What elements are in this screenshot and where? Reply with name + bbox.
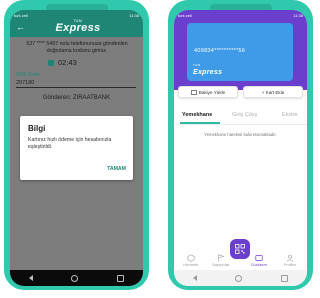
qr-code-icon bbox=[235, 244, 245, 254]
card-number: 409834**********56 bbox=[194, 48, 246, 54]
dialog-message: Kartınız hızlı ödeme için hesabınızla eş… bbox=[28, 137, 112, 150]
tab-statement[interactable]: Ekstre bbox=[282, 112, 298, 118]
sender-label: Gönderen: ZIRAATBANK bbox=[42, 95, 111, 101]
android-nav-bar bbox=[10, 270, 143, 286]
wallet-header: turk.cell 11:38 409834**********56 TAM E… bbox=[174, 10, 307, 90]
android-nav-bar bbox=[174, 270, 307, 286]
sms-code-label: SMS Kodu bbox=[16, 72, 40, 78]
add-card-button[interactable]: + Kart Ekle bbox=[243, 86, 303, 98]
tab-entry-exit[interactable]: Giriş Çıkış bbox=[232, 112, 257, 118]
nav-home-icon[interactable] bbox=[71, 274, 79, 282]
wallet-icon bbox=[255, 255, 263, 261]
card-logo: TAM Express bbox=[193, 63, 223, 76]
timer-value: 02:43 bbox=[58, 58, 77, 67]
bottom-tab-profile[interactable]: Profilim bbox=[277, 254, 303, 267]
phone-left: turk.cell 11:38 ← TAM Express 537 **** 5… bbox=[4, 0, 149, 290]
back-arrow-icon[interactable]: ← bbox=[16, 23, 25, 32]
sms-code-input[interactable]: 297180 bbox=[16, 79, 136, 88]
balance-load-button[interactable]: Bakiye Yükle bbox=[178, 86, 238, 98]
clock-label: 11:38 bbox=[293, 12, 303, 18]
app-header: turk.cell 11:38 ← TAM Express bbox=[10, 10, 143, 37]
verification-message: 537 **** 5497 nolu telefonunuza gönderil… bbox=[26, 41, 128, 54]
info-dialog: Bilgi Kartınız hızlı ödeme için hesabını… bbox=[20, 116, 133, 180]
profile-icon bbox=[286, 254, 294, 262]
payment-card[interactable]: 409834**********56 TAM Express bbox=[187, 23, 293, 81]
carrier-label: turk.cell bbox=[14, 12, 28, 18]
clock-label: 11:38 bbox=[129, 12, 139, 18]
nav-back-icon[interactable] bbox=[193, 275, 198, 281]
carrier-label: turk.cell bbox=[178, 12, 192, 18]
ok-button[interactable]: TAMAM bbox=[107, 166, 126, 172]
wallet-icon bbox=[190, 89, 197, 95]
nav-recents-icon[interactable] bbox=[116, 274, 124, 282]
wallet-screen: turk.cell 11:38 409834**********56 TAM E… bbox=[174, 10, 307, 286]
add-card-label: + Kart Ekle bbox=[261, 89, 285, 95]
countdown-timer: 02:43 bbox=[48, 58, 77, 67]
empty-state-message: Yemekhane hareketi bulunmamaktadır. bbox=[204, 132, 277, 137]
nav-recents-icon[interactable] bbox=[280, 274, 288, 282]
tab-cafeteria[interactable]: Yemekhane bbox=[182, 112, 212, 118]
dialog-title: Bilgi bbox=[28, 124, 46, 133]
services-icon bbox=[187, 254, 195, 262]
wallet-tabs: Yemekhane Giriş Çıkış Ekstre bbox=[174, 110, 307, 125]
nav-back-icon[interactable] bbox=[29, 275, 34, 281]
flag-icon bbox=[218, 254, 225, 262]
card-actions: Bakiye Yükle + Kart Ekle bbox=[178, 86, 303, 98]
bottom-tab-applications[interactable]: Başvurular bbox=[208, 254, 234, 267]
bottom-tab-wallet[interactable]: Cüzdanım bbox=[246, 254, 272, 267]
phone-right: turk.cell 11:38 409834**********56 TAM E… bbox=[168, 0, 313, 290]
balance-load-label: Bakiye Yükle bbox=[198, 89, 226, 95]
sms-verification-screen: turk.cell 11:38 ← TAM Express 537 **** 5… bbox=[10, 10, 143, 286]
timer-icon bbox=[48, 59, 54, 66]
app-logo: TAM Express bbox=[55, 19, 101, 34]
nav-home-icon[interactable] bbox=[235, 274, 243, 282]
status-bar: turk.cell 11:38 bbox=[174, 10, 307, 20]
bottom-tab-services[interactable]: Hizmetler bbox=[178, 254, 204, 267]
bottom-tab-bar: Hizmetler Başvurular Cüzdanım Profilim bbox=[174, 254, 307, 270]
active-tab-indicator bbox=[180, 122, 220, 124]
